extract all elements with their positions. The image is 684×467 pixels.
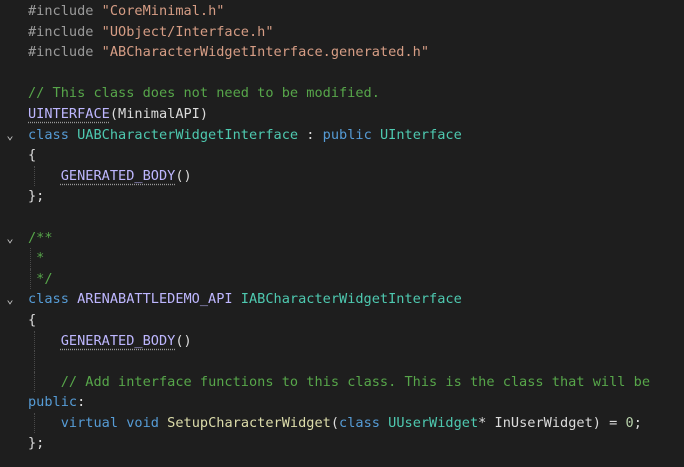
code-text: // This class does not need to be modifi… [28, 83, 380, 104]
code-token: UInterface [379, 126, 462, 143]
code-line[interactable]: GENERATED_BODY() [0, 330, 684, 352]
code-text: class ARENABATTLEDEMO_API IABCharacterWi… [28, 289, 462, 310]
code-line[interactable]: { [0, 310, 684, 331]
code-token: // This class does not need to be modifi… [28, 85, 380, 102]
code-text: { [28, 310, 36, 331]
code-token: { [28, 311, 37, 328]
code-token: #include [28, 44, 102, 61]
indent-guide [34, 351, 35, 372]
code-token: : [298, 126, 323, 143]
code-text: UINTERFACE(MinimalAPI) [28, 104, 208, 125]
code-line[interactable] [0, 351, 684, 372]
code-token: "CoreMinimal.h" [101, 3, 225, 19]
code-line[interactable]: ⌄ class UABCharacterWidgetInterface : pub… [0, 125, 684, 146]
code-line[interactable]: #include "ABCharacterWidgetInterface.gen… [0, 42, 684, 63]
code-token: class [339, 414, 389, 431]
code-text: #include "UObject/Interface.h" [28, 22, 274, 43]
code-token: void [126, 414, 168, 431]
code-text: #include "ABCharacterWidgetInterface.gen… [28, 42, 429, 63]
code-line[interactable] [0, 63, 684, 84]
code-line[interactable]: // This class does not need to be modifi… [0, 83, 684, 104]
code-text: }; [28, 186, 44, 207]
code-token: // Add interface functions to this class… [60, 373, 651, 390]
code-text: #include "CoreMinimal.h" [28, 1, 224, 22]
code-token: }; [28, 435, 45, 452]
code-text: GENERATED_BODY() [28, 166, 192, 187]
code-token: * [28, 250, 45, 267]
code-token: ; [633, 414, 642, 431]
code-token: GENERATED_BODY [60, 167, 176, 184]
code-token: UABCharacterWidgetInterface [77, 126, 299, 143]
code-text: * [28, 248, 44, 269]
code-line[interactable]: ⌄ /** [0, 228, 684, 249]
code-token: : [77, 394, 86, 411]
fold-chevron-icon[interactable]: ⌄ [2, 228, 18, 249]
code-token: SetupCharacterWidget [167, 414, 331, 431]
code-line[interactable]: }; [0, 186, 684, 207]
code-text: */ [28, 269, 53, 290]
code-token: class [28, 126, 78, 143]
code-line[interactable]: */ [0, 268, 684, 290]
code-text: // Add interface functions to this class… [28, 372, 650, 393]
code-token: public [28, 394, 78, 411]
code-line[interactable]: }; [0, 433, 684, 454]
code-text: /** [28, 228, 53, 249]
code-line[interactable] [0, 207, 684, 228]
code-line[interactable]: #include "CoreMinimal.h" [0, 1, 684, 22]
code-token: GENERATED_BODY [60, 332, 176, 349]
code-line[interactable]: * [0, 248, 684, 269]
code-token: */ [28, 270, 53, 287]
code-token: ( [330, 414, 340, 431]
code-token: }; [28, 188, 45, 205]
code-text: class UABCharacterWidgetInterface : publ… [28, 125, 462, 146]
code-token: 0 [625, 414, 634, 431]
code-text: }; [28, 433, 44, 454]
code-line[interactable]: GENERATED_BODY() [0, 165, 684, 187]
code-text: public: [28, 392, 85, 413]
code-line[interactable]: { [0, 145, 684, 166]
code-token: IABCharacterWidgetInterface [240, 291, 462, 308]
code-token: #include [28, 23, 102, 40]
code-token: UINTERFACE [28, 105, 110, 122]
code-text: { [28, 145, 36, 166]
code-token: "ABCharacterWidgetInterface.generated.h" [101, 44, 430, 61]
fold-chevron-icon[interactable]: ⌄ [2, 125, 18, 146]
code-line[interactable]: public: [0, 392, 684, 413]
code-token: () [175, 332, 192, 349]
code-line[interactable]: // Add interface functions to this class… [0, 371, 684, 393]
code-token: "UObject/Interface.h" [101, 23, 274, 40]
code-line[interactable]: UINTERFACE(MinimalAPI) [0, 104, 684, 125]
code-token: UUserWidget [388, 414, 479, 431]
code-token: public [322, 126, 380, 143]
code-token: * InUserWidget) = [478, 414, 626, 431]
code-line[interactable]: #include "UObject/Interface.h" [0, 22, 684, 43]
code-line[interactable]: ⌄ class ARENABATTLEDEMO_API IABCharacterW… [0, 289, 684, 310]
code-token: ARENABATTLEDEMO_API [77, 291, 241, 308]
code-token: #include [28, 3, 102, 19]
code-token: /** [28, 229, 53, 246]
code-text: virtual void SetupCharacterWidget(class … [28, 413, 642, 434]
code-token: { [28, 147, 37, 164]
code-text: GENERATED_BODY() [28, 331, 192, 352]
code-token: (MinimalAPI) [109, 105, 209, 122]
code-line[interactable]: virtual void SetupCharacterWidget(class … [0, 412, 684, 434]
code-token: () [175, 167, 192, 184]
code-editor[interactable]: #include "CoreMinimal.h" #include "UObjec… [0, 1, 684, 467]
code-token: virtual [60, 414, 127, 431]
fold-chevron-icon[interactable]: ⌄ [2, 289, 18, 310]
code-token: class [28, 291, 78, 308]
